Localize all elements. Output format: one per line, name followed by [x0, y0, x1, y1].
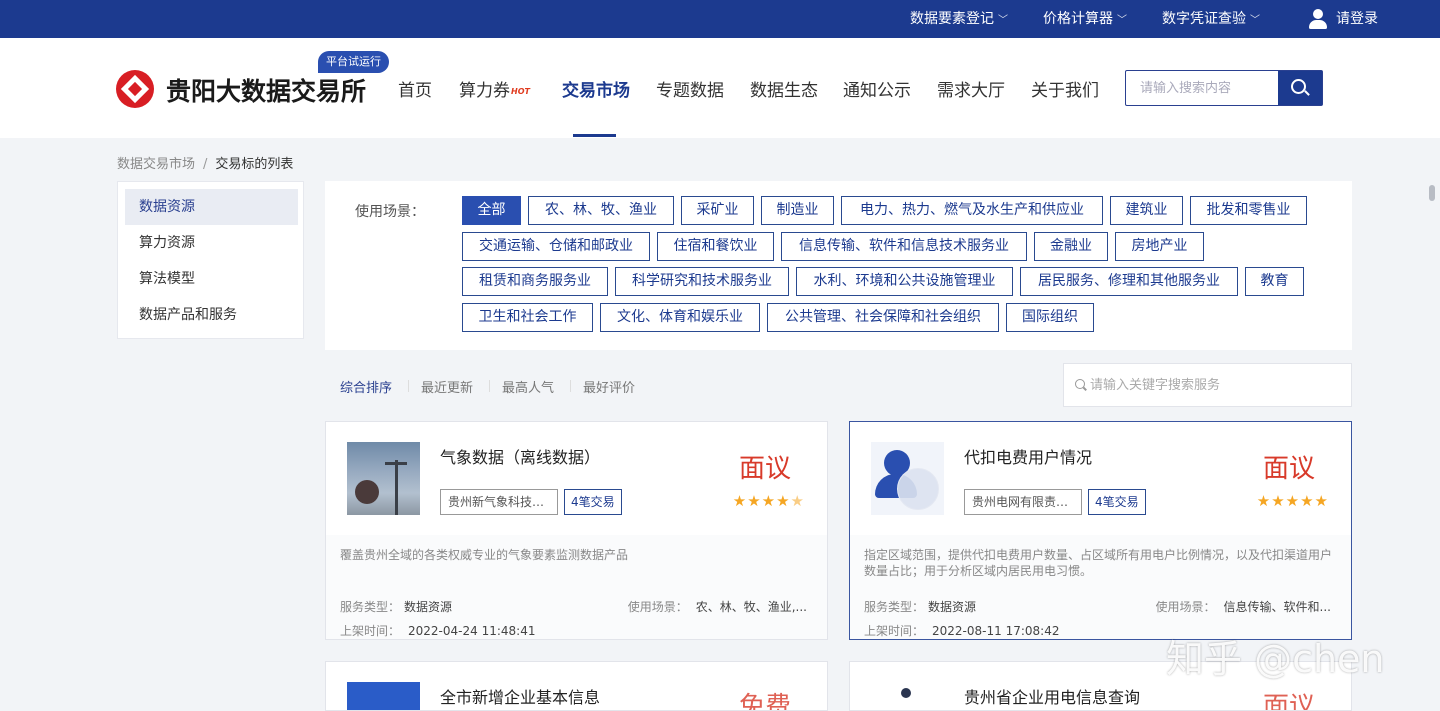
filter-tag[interactable]: 公共管理、社会保障和社会组织	[767, 303, 999, 332]
header-search-button[interactable]	[1278, 71, 1322, 105]
breadcrumb-current: 交易标的列表	[215, 157, 294, 172]
hot-badge-icon: HOT	[511, 86, 530, 96]
sort-popular[interactable]: 最高人气	[502, 377, 554, 396]
header-search	[1125, 70, 1323, 106]
transaction-count-badge: 4笔交易	[1088, 489, 1146, 515]
trial-badge: 平台试运行	[318, 51, 389, 73]
product-card[interactable]: 代扣电费用户情况 贵州电网有限责任公司 4笔交易 面议 ★★★★★ 指定区域范围…	[849, 421, 1352, 640]
rating-stars-icon: ★★★★★	[1256, 492, 1329, 510]
chevron-down-icon: ﹀	[998, 15, 1008, 26]
nav-about-us[interactable]: 关于我们	[1031, 76, 1099, 101]
filter-tag[interactable]: 批发和零售业	[1190, 196, 1307, 225]
sort-latest[interactable]: 最近更新	[421, 377, 473, 396]
service-type: 服务类型： 数据资源	[864, 600, 977, 614]
breadcrumb-parent[interactable]: 数据交易市场	[117, 157, 195, 172]
topbar-link-data-registration[interactable]: 数据要素登记 ﹀	[910, 0, 1008, 38]
filter-tag[interactable]: 水利、环境和公共设施管理业	[796, 267, 1013, 296]
listing-time: 上架时间： 2022-08-11 17:08:42	[864, 624, 1060, 638]
logo-text[interactable]: 贵阳大数据交易所	[166, 72, 366, 108]
logo-icon[interactable]	[116, 70, 154, 108]
sort-comprehensive[interactable]: 综合排序	[340, 377, 392, 396]
filter-tag[interactable]: 租赁和商务服务业	[462, 267, 608, 296]
product-title[interactable]: 代扣电费用户情况	[964, 444, 1092, 468]
login-link[interactable]: 请登录	[1308, 0, 1378, 38]
nav-trading-market[interactable]: 交易市场	[562, 76, 630, 101]
rating-stars-icon: ★★★★★	[732, 492, 805, 510]
active-nav-indicator	[573, 134, 616, 137]
watermark: 知乎 @chen	[1166, 637, 1385, 681]
sidebar-item-compute-resources[interactable]: 算力资源	[125, 225, 298, 261]
service-search-input[interactable]	[1090, 364, 1340, 406]
sidebar-item-data-products[interactable]: 数据产品和服务	[125, 297, 298, 333]
filter-tag[interactable]: 农、林、牧、渔业	[528, 196, 674, 225]
filter-label: 使用场景：	[355, 204, 425, 220]
price-label: 面议	[1262, 454, 1315, 484]
service-type: 服务类型： 数据资源	[340, 600, 453, 614]
filter-tag[interactable]: 住宿和餐饮业	[657, 232, 774, 261]
breadcrumb: 数据交易市场 / 交易标的列表	[117, 157, 294, 172]
product-thumbnail	[347, 682, 420, 710]
nav-demand-hall[interactable]: 需求大厅	[937, 76, 1005, 101]
filter-tag[interactable]: 房地产业	[1115, 232, 1204, 261]
chevron-down-icon: ﹀	[1250, 15, 1260, 26]
top-utility-bar: 数据要素登记 ﹀ 价格计算器 ﹀ 数字凭证查验 ﹀ 请登录	[0, 0, 1440, 38]
product-thumbnail	[871, 442, 944, 515]
sort-best-rated[interactable]: 最好评价	[583, 377, 635, 396]
product-title[interactable]: 全市新增企业基本信息	[440, 684, 600, 708]
nav-notices[interactable]: 通知公示	[843, 76, 911, 101]
filter-tag[interactable]: 金融业	[1034, 232, 1108, 261]
filter-tag[interactable]: 国际组织	[1006, 303, 1094, 332]
filter-tag[interactable]: 居民服务、修理和其他服务业	[1020, 267, 1238, 296]
header-search-input[interactable]	[1126, 71, 1278, 105]
nav-compute-voucher[interactable]: 算力券HOT	[459, 76, 530, 101]
filter-tag[interactable]: 教育	[1245, 267, 1304, 296]
product-description: 覆盖贵州全域的各类权威专业的气象要素监测数据产品	[340, 548, 629, 562]
product-title[interactable]: 贵州省企业用电信息查询	[964, 684, 1140, 708]
sidebar-item-algorithm-models[interactable]: 算法模型	[125, 261, 298, 297]
filter-tag[interactable]: 采矿业	[681, 196, 754, 225]
provider-tag: 贵州新气象科技有限责任公司	[440, 489, 558, 515]
filter-tag[interactable]: 卫生和社会工作	[462, 303, 593, 332]
category-sidebar: 数据资源 算力资源 算法模型 数据产品和服务	[117, 181, 304, 339]
product-description: 指定区域范围，提供代扣电费用户数量、占区域所有用电户比例情况，以及代扣渠道用户数…	[864, 548, 1333, 578]
chevron-down-icon: ﹀	[1117, 15, 1127, 26]
product-card[interactable]: 全市新增企业基本信息 免费	[325, 661, 828, 711]
filter-tag[interactable]: 科学研究和技术服务业	[615, 267, 789, 296]
card-details: 覆盖贵州全域的各类权威专业的气象要素监测数据产品 服务类型： 数据资源 使用场景：…	[326, 535, 827, 639]
nav-home[interactable]: 首页	[398, 76, 432, 101]
filter-tag[interactable]: 电力、热力、燃气及水生产和供应业	[841, 196, 1103, 225]
product-thumbnail	[347, 442, 420, 515]
transaction-count-badge: 4笔交易	[564, 489, 622, 515]
nav-topic-data[interactable]: 专题数据	[656, 76, 724, 101]
price-label: 免费	[738, 692, 791, 711]
page-scrollbar[interactable]	[1429, 185, 1435, 201]
provider-tag: 贵州电网有限责任公司	[964, 489, 1082, 515]
product-thumbnail	[871, 682, 944, 710]
listing-time: 上架时间： 2022-04-24 11:48:41	[340, 624, 536, 638]
usage-scenario: 使用场景： 信息传输、软件和...	[1155, 600, 1331, 614]
product-card[interactable]: 气象数据（离线数据） 贵州新气象科技有限责任公司 4笔交易 面议 ★★★★★ 覆…	[325, 421, 828, 640]
product-title[interactable]: 气象数据（离线数据）	[440, 444, 600, 468]
filter-tag[interactable]: 建筑业	[1110, 196, 1183, 225]
card-details: 指定区域范围，提供代扣电费用户数量、占区域所有用电户比例情况，以及代扣渠道用户数…	[850, 535, 1351, 639]
nav-data-ecosystem[interactable]: 数据生态	[750, 76, 818, 101]
filter-tag[interactable]: 制造业	[761, 196, 834, 225]
price-label: 面议	[738, 454, 791, 484]
price-label: 面议	[1262, 692, 1315, 711]
filter-tag[interactable]: 文化、体育和娱乐业	[600, 303, 760, 332]
sidebar-item-data-resources[interactable]: 数据资源	[125, 189, 298, 225]
user-icon	[1308, 9, 1328, 29]
topbar-link-certificate-check[interactable]: 数字凭证查验 ﹀	[1162, 0, 1260, 38]
topbar-link-price-calculator[interactable]: 价格计算器 ﹀	[1043, 0, 1127, 38]
main-header: 贵阳大数据交易所 平台试运行 首页 算力券HOT 交易市场 专题数据 数据生态 …	[0, 38, 1440, 138]
filter-tag[interactable]: 交通运输、仓储和邮政业	[462, 232, 650, 261]
filter-tag[interactable]: 全部	[462, 196, 521, 225]
filter-tag[interactable]: 信息传输、软件和信息技术服务业	[781, 232, 1027, 261]
usage-scenario: 使用场景： 农、林、牧、渔业,...	[627, 600, 807, 614]
scenario-filter-panel: 使用场景： 全部 农、林、牧、渔业 采矿业 制造业 电力、热力、燃气及水生产和供…	[325, 181, 1352, 350]
service-search	[1063, 363, 1352, 407]
